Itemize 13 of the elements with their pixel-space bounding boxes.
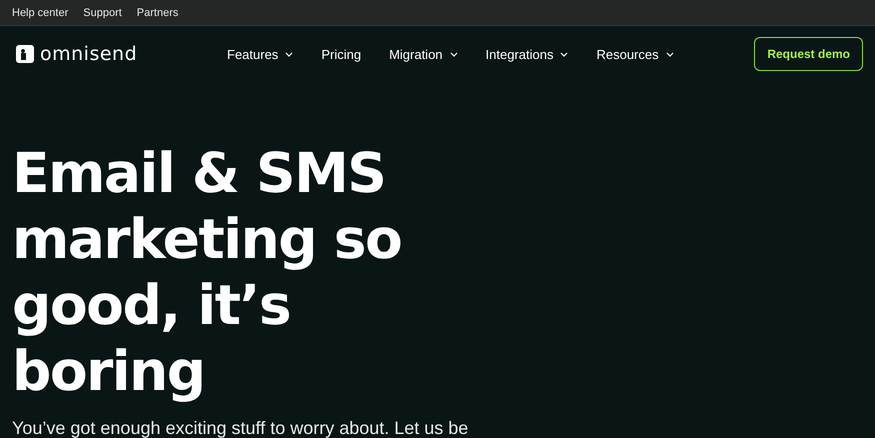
nav-link[interactable]: Migration bbox=[389, 46, 458, 62]
top-link[interactable]: Partners bbox=[136, 6, 178, 18]
hero-headline: Email & SMS marketing so good, it’s boring bbox=[12, 140, 402, 404]
top-link[interactable]: Support bbox=[83, 6, 122, 18]
top-link[interactable]: Help center bbox=[12, 6, 68, 18]
nav-link[interactable]: Features bbox=[227, 46, 294, 62]
nav-link[interactable]: Integrations bbox=[486, 46, 568, 62]
hero-subtitle: You’ve got enough exciting stuff to worry about. Let us be bbox=[12, 418, 470, 438]
logo-wordmark[interactable]: omnisend bbox=[40, 43, 138, 65]
logo-icon[interactable] bbox=[16, 45, 34, 63]
nav-link[interactable]: Pricing bbox=[321, 46, 362, 62]
nav-link[interactable]: Resources bbox=[596, 46, 674, 62]
request-demo-button[interactable]: Request demo bbox=[754, 37, 863, 71]
